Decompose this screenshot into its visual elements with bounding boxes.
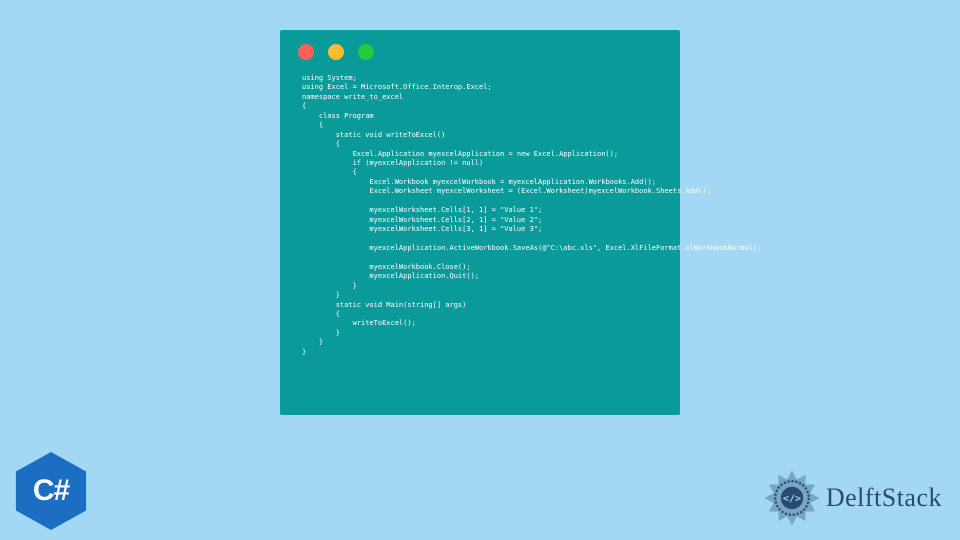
code-window: using System; using Excel = Microsoft.Of… [280, 30, 680, 415]
svg-text:</>: </> [783, 493, 801, 504]
maximize-icon [358, 44, 374, 60]
brand-logo: </> DelftStack [764, 470, 942, 526]
window-traffic-lights [280, 30, 680, 66]
csharp-logo-icon: C# [12, 452, 90, 530]
csharp-label: C# [33, 474, 69, 508]
minimize-icon [328, 44, 344, 60]
close-icon [298, 44, 314, 60]
code-snippet: using System; using Excel = Microsoft.Of… [280, 66, 680, 373]
gear-icon: </> [764, 470, 820, 526]
brand-name: DelftStack [826, 483, 942, 513]
